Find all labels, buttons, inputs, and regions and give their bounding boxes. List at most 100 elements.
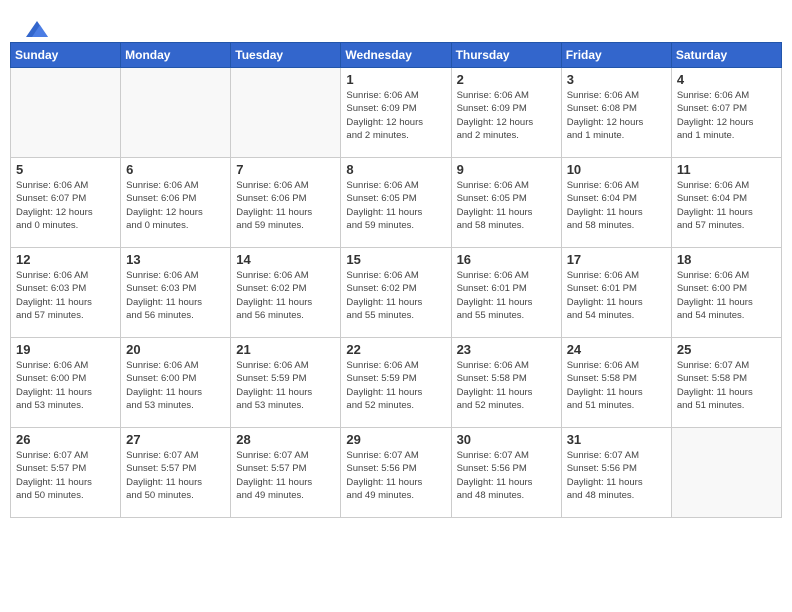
weekday-header-monday: Monday (121, 43, 231, 68)
calendar-cell: 19 Sunrise: 6:06 AM Sunset: 6:00 PM Dayli… (11, 338, 121, 428)
calendar-cell: 15Sunrise: 6:06 AM Sunset: 6:02 PM Dayli… (341, 248, 451, 338)
calendar-cell: 25 Sunrise: 6:07 AM Sunset: 5:58 PM Dayli… (671, 338, 781, 428)
week-row-5: 26 Sunrise: 6:07 AM Sunset: 5:57 PM Dayli… (11, 428, 782, 518)
day-info: Sunrise: 6:06 AM Sunset: 6:04 PM Dayligh… (567, 179, 666, 232)
day-number: 23 (457, 342, 556, 357)
day-info: Sunrise: 6:06 AM Sunset: 6:01 PM Dayligh… (567, 269, 666, 322)
calendar-cell: 17 Sunrise: 6:06 AM Sunset: 6:01 PM Dayli… (561, 248, 671, 338)
weekday-header-row: SundayMondayTuesdayWednesdayThursdayFrid… (11, 43, 782, 68)
calendar-cell: 16 Sunrise: 6:06 AM Sunset: 6:01 PM Dayli… (451, 248, 561, 338)
calendar-cell: 8 Sunrise: 6:06 AM Sunset: 6:05 PM Daylig… (341, 158, 451, 248)
weekday-header-thursday: Thursday (451, 43, 561, 68)
calendar-body: 1 Sunrise: 6:06 AM Sunset: 6:09 PM Daylig… (11, 68, 782, 518)
weekday-header-saturday: Saturday (671, 43, 781, 68)
day-info: Sunrise: 6:06 AM Sunset: 5:58 PM Dayligh… (457, 359, 556, 412)
day-info: Sunrise: 6:06 AM Sunset: 6:06 PM Dayligh… (126, 179, 225, 232)
calendar-cell: 4 Sunrise: 6:06 AM Sunset: 6:07 PM Daylig… (671, 68, 781, 158)
logo (25, 20, 49, 32)
day-info: Sunrise: 6:06 AM Sunset: 6:07 PM Dayligh… (16, 179, 115, 232)
week-row-1: 1 Sunrise: 6:06 AM Sunset: 6:09 PM Daylig… (11, 68, 782, 158)
calendar-cell: 29 Sunrise: 6:07 AM Sunset: 5:56 PM Dayli… (341, 428, 451, 518)
calendar-cell: 5 Sunrise: 6:06 AM Sunset: 6:07 PM Daylig… (11, 158, 121, 248)
day-number: 12 (16, 252, 115, 267)
day-number: 1 (346, 72, 445, 87)
day-info: Sunrise: 6:07 AM Sunset: 5:58 PM Dayligh… (677, 359, 776, 412)
day-info: Sunrise: 6:07 AM Sunset: 5:56 PM Dayligh… (346, 449, 445, 502)
calendar-cell: 18Sunrise: 6:06 AM Sunset: 6:00 PM Dayli… (671, 248, 781, 338)
day-number: 29 (346, 432, 445, 447)
calendar-cell: 21 Sunrise: 6:06 AM Sunset: 5:59 PM Dayli… (231, 338, 341, 428)
day-number: 5 (16, 162, 115, 177)
day-number: 27 (126, 432, 225, 447)
calendar-cell: 10 Sunrise: 6:06 AM Sunset: 6:04 PM Dayli… (561, 158, 671, 248)
calendar-cell: 6 Sunrise: 6:06 AM Sunset: 6:06 PM Daylig… (121, 158, 231, 248)
day-info: Sunrise: 6:06 AM Sunset: 6:03 PM Dayligh… (126, 269, 225, 322)
day-number: 10 (567, 162, 666, 177)
day-info: Sunrise: 6:06 AM Sunset: 5:59 PM Dayligh… (236, 359, 335, 412)
calendar-cell: 14 Sunrise: 6:06 AM Sunset: 6:02 PM Dayli… (231, 248, 341, 338)
day-number: 2 (457, 72, 556, 87)
weekday-header-wednesday: Wednesday (341, 43, 451, 68)
day-info: Sunrise: 6:06 AM Sunset: 6:03 PM Dayligh… (16, 269, 115, 322)
day-info: Sunrise: 6:07 AM Sunset: 5:57 PM Dayligh… (16, 449, 115, 502)
calendar-cell: 24Sunrise: 6:06 AM Sunset: 5:58 PM Dayli… (561, 338, 671, 428)
calendar-cell: 12 Sunrise: 6:06 AM Sunset: 6:03 PM Dayli… (11, 248, 121, 338)
day-number: 11 (677, 162, 776, 177)
calendar-cell: 31Sunrise: 6:07 AM Sunset: 5:56 PM Dayli… (561, 428, 671, 518)
day-number: 9 (457, 162, 556, 177)
week-row-2: 5 Sunrise: 6:06 AM Sunset: 6:07 PM Daylig… (11, 158, 782, 248)
day-info: Sunrise: 6:06 AM Sunset: 6:09 PM Dayligh… (457, 89, 556, 142)
day-info: Sunrise: 6:06 AM Sunset: 6:05 PM Dayligh… (346, 179, 445, 232)
calendar-cell: 3Sunrise: 6:06 AM Sunset: 6:08 PM Daylig… (561, 68, 671, 158)
calendar-cell: 1 Sunrise: 6:06 AM Sunset: 6:09 PM Daylig… (341, 68, 451, 158)
week-row-4: 19 Sunrise: 6:06 AM Sunset: 6:00 PM Dayli… (11, 338, 782, 428)
day-number: 4 (677, 72, 776, 87)
calendar-table: SundayMondayTuesdayWednesdayThursdayFrid… (10, 42, 782, 518)
day-number: 25 (677, 342, 776, 357)
day-number: 14 (236, 252, 335, 267)
calendar-cell: 27 Sunrise: 6:07 AM Sunset: 5:57 PM Dayli… (121, 428, 231, 518)
day-number: 7 (236, 162, 335, 177)
day-info: Sunrise: 6:07 AM Sunset: 5:57 PM Dayligh… (126, 449, 225, 502)
weekday-header-tuesday: Tuesday (231, 43, 341, 68)
day-info: Sunrise: 6:06 AM Sunset: 6:02 PM Dayligh… (346, 269, 445, 322)
weekday-header-sunday: Sunday (11, 43, 121, 68)
day-info: Sunrise: 6:07 AM Sunset: 5:57 PM Dayligh… (236, 449, 335, 502)
day-info: Sunrise: 6:06 AM Sunset: 6:09 PM Dayligh… (346, 89, 445, 142)
calendar-cell (231, 68, 341, 158)
day-info: Sunrise: 6:06 AM Sunset: 6:08 PM Dayligh… (567, 89, 666, 142)
day-number: 30 (457, 432, 556, 447)
day-info: Sunrise: 6:06 AM Sunset: 6:02 PM Dayligh… (236, 269, 335, 322)
day-info: Sunrise: 6:06 AM Sunset: 6:00 PM Dayligh… (16, 359, 115, 412)
weekday-header-friday: Friday (561, 43, 671, 68)
day-info: Sunrise: 6:06 AM Sunset: 6:06 PM Dayligh… (236, 179, 335, 232)
day-number: 13 (126, 252, 225, 267)
day-number: 17 (567, 252, 666, 267)
day-info: Sunrise: 6:06 AM Sunset: 6:04 PM Dayligh… (677, 179, 776, 232)
day-number: 6 (126, 162, 225, 177)
calendar-cell: 11 Sunrise: 6:06 AM Sunset: 6:04 PM Dayli… (671, 158, 781, 248)
calendar-cell (671, 428, 781, 518)
calendar-cell: 7 Sunrise: 6:06 AM Sunset: 6:06 PM Daylig… (231, 158, 341, 248)
day-number: 16 (457, 252, 556, 267)
calendar-cell: 30 Sunrise: 6:07 AM Sunset: 5:56 PM Dayli… (451, 428, 561, 518)
calendar-cell (121, 68, 231, 158)
calendar-cell: 20Sunrise: 6:06 AM Sunset: 6:00 PM Dayli… (121, 338, 231, 428)
calendar-cell: 22Sunrise: 6:06 AM Sunset: 5:59 PM Dayli… (341, 338, 451, 428)
day-number: 19 (16, 342, 115, 357)
day-info: Sunrise: 6:07 AM Sunset: 5:56 PM Dayligh… (457, 449, 556, 502)
day-info: Sunrise: 6:06 AM Sunset: 6:00 PM Dayligh… (677, 269, 776, 322)
calendar-cell: 28Sunrise: 6:07 AM Sunset: 5:57 PM Dayli… (231, 428, 341, 518)
day-number: 21 (236, 342, 335, 357)
calendar-cell: 13 Sunrise: 6:06 AM Sunset: 6:03 PM Dayli… (121, 248, 231, 338)
day-number: 8 (346, 162, 445, 177)
day-number: 22 (346, 342, 445, 357)
day-info: Sunrise: 6:06 AM Sunset: 6:01 PM Dayligh… (457, 269, 556, 322)
day-info: Sunrise: 6:06 AM Sunset: 6:07 PM Dayligh… (677, 89, 776, 142)
day-number: 24 (567, 342, 666, 357)
calendar-cell: 23 Sunrise: 6:06 AM Sunset: 5:58 PM Dayli… (451, 338, 561, 428)
calendar-cell: 2 Sunrise: 6:06 AM Sunset: 6:09 PM Daylig… (451, 68, 561, 158)
day-number: 26 (16, 432, 115, 447)
calendar-cell: 9Sunrise: 6:06 AM Sunset: 6:05 PM Daylig… (451, 158, 561, 248)
day-number: 31 (567, 432, 666, 447)
